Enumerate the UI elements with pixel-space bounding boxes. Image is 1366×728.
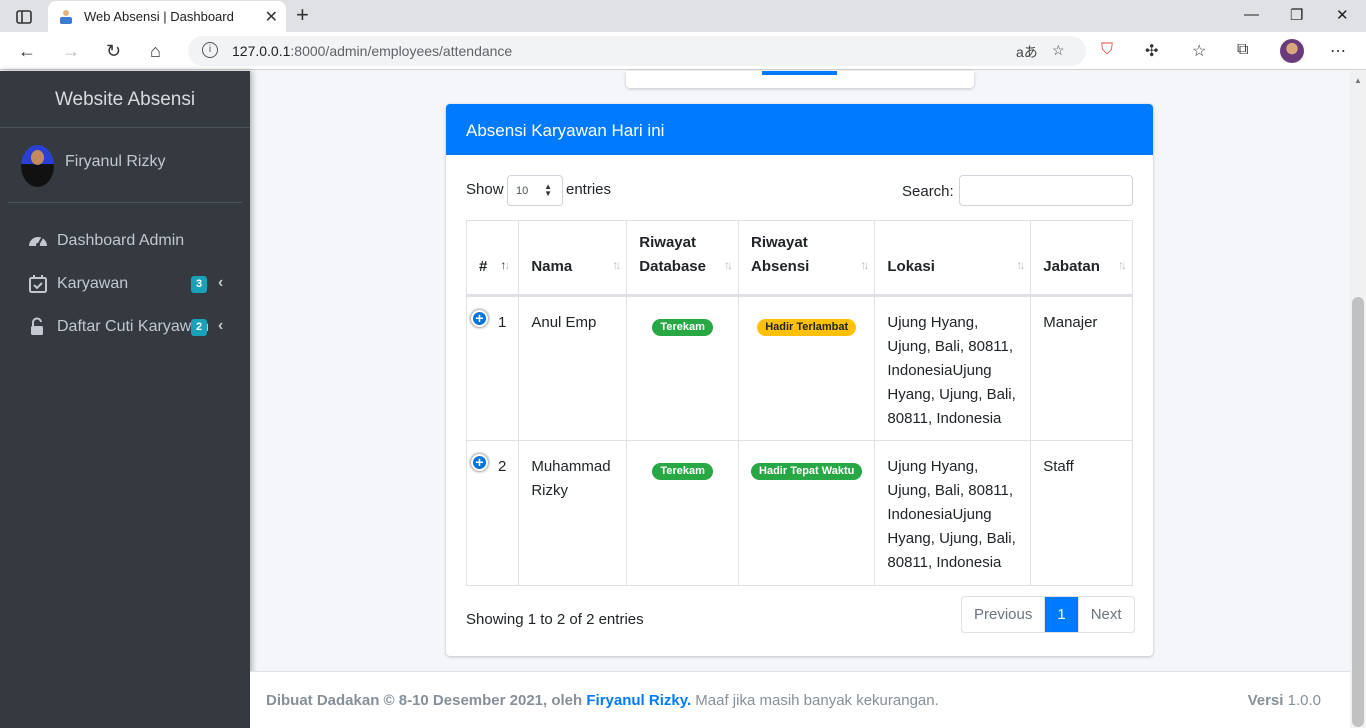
entries-select[interactable]: 10 ▲ ▼: [507, 175, 563, 206]
tachometer-icon: [28, 231, 48, 251]
footer-credits: Dibuat Dadakan © 8-10 Desember 2021, ole…: [266, 692, 939, 709]
pagination: Previous 1 Next: [961, 596, 1135, 633]
collections-icon[interactable]: ⧉: [1237, 41, 1248, 59]
shield-extension-icon[interactable]: ⛉: [1101, 41, 1113, 59]
search-label: Search:: [902, 183, 954, 200]
reload-icon[interactable]: ↻: [106, 41, 121, 62]
favorites-icon[interactable]: ☆: [1192, 41, 1206, 61]
table-row[interactable]: + 1 Anul Emp Terekam Hadir Terlambat Uju…: [465, 295, 1133, 441]
author-link[interactable]: Firyanul Rizky.: [586, 692, 691, 709]
browser-tab[interactable]: Web Absensi | Dashboard ✕: [48, 1, 286, 32]
footer: Dibuat Dadakan © 8-10 Desember 2021, ole…: [250, 671, 1350, 728]
sidebar-item-daftar-cuti[interactable]: Daftar Cuti Karyawan 2 ‹: [8, 307, 242, 347]
next-page-button[interactable]: Next: [1079, 597, 1134, 632]
sidebar-item-dashboard[interactable]: Dashboard Admin: [8, 221, 242, 261]
table-row[interactable]: + 2 Muhammad Rizky Terekam Hadir Tepat W…: [465, 440, 1133, 586]
sidebar-item-karyawan[interactable]: Karyawan 3 ‹: [8, 264, 242, 304]
sort-icon: ↑↓: [1016, 258, 1025, 272]
cell-database: Terekam: [626, 295, 739, 441]
sidebar-item-label: Daftar Cuti Karyawan: [57, 318, 210, 335]
footer-version: Versi 1.0.0: [1247, 692, 1321, 709]
column-header-jabatan[interactable]: Jabatan ↑↓: [1030, 220, 1133, 297]
tab-title: Web Absensi | Dashboard: [84, 9, 234, 24]
column-header-lokasi[interactable]: Lokasi ↑↓: [874, 220, 1032, 297]
cell-database: Terekam: [626, 440, 739, 586]
avatar: [21, 145, 54, 187]
cell-no: + 1: [465, 295, 520, 441]
sidebar-item-label: Dashboard Admin: [57, 232, 185, 249]
show-label: Show: [466, 181, 504, 198]
column-header-nama[interactable]: Nama ↑↓: [518, 220, 628, 297]
expand-row-icon[interactable]: +: [471, 454, 488, 471]
chevron-left-icon: ‹: [218, 274, 224, 291]
close-window-icon[interactable]: ✕: [1336, 6, 1349, 24]
cell-jabatan: Staff: [1030, 440, 1133, 586]
entries-label: entries: [566, 181, 612, 198]
cell-nama: Anul Emp: [518, 295, 628, 441]
profile-avatar[interactable]: [1280, 39, 1304, 63]
cell-absensi: Hadir Tepat Waktu: [737, 440, 876, 586]
browser-toolbar: ← → ↻ ⌂ i 127.0.0.1:8000/admin/employees…: [0, 32, 1366, 70]
read-aloud-icon[interactable]: aあ: [1016, 42, 1038, 62]
status-badge: Hadir Tepat Waktu: [751, 463, 863, 480]
close-tab-icon[interactable]: ✕: [265, 7, 278, 27]
select-arrows-icon: ▲ ▼: [544, 182, 552, 198]
cell-no: + 2: [465, 440, 520, 586]
sort-asc-icon: ↑↓: [500, 258, 510, 272]
previous-card: [626, 71, 974, 88]
forward-icon[interactable]: →: [62, 41, 80, 62]
sort-icon: ↑↓: [612, 258, 621, 272]
home-icon[interactable]: ⌂: [150, 41, 161, 62]
card-title: Absensi Karyawan Hari ini: [446, 104, 1153, 155]
status-badge: Hadir Terlambat: [757, 319, 857, 336]
add-favorite-icon[interactable]: ☆: [1052, 42, 1065, 59]
tab-actions-icon[interactable]: [10, 7, 38, 27]
sort-icon: ↑↓: [860, 258, 869, 272]
new-tab-icon[interactable]: +: [296, 4, 309, 26]
column-header-no[interactable]: # ↑↓: [465, 220, 520, 297]
scroll-up-icon[interactable]: ▲: [1354, 76, 1362, 85]
calendar-check-icon: [28, 274, 48, 294]
restore-icon[interactable]: ❐: [1290, 6, 1303, 24]
url-text: 127.0.0.1:8000/admin/employees/attendanc…: [232, 43, 513, 59]
scroll-thumb[interactable]: [1352, 297, 1364, 727]
sidebar-item-label: Karyawan: [57, 275, 129, 292]
chevron-left-icon: ‹: [218, 317, 224, 334]
progress-bar: [762, 71, 837, 75]
sort-icon: ↑↓: [1118, 258, 1127, 272]
more-menu-icon[interactable]: ⋯: [1330, 41, 1346, 61]
back-icon[interactable]: ←: [18, 41, 36, 62]
attendance-card: Absensi Karyawan Hari ini Show 10 ▲ ▼ ent…: [446, 104, 1153, 656]
cell-jabatan: Manajer: [1030, 295, 1133, 441]
page-scrollbar[interactable]: ▲: [1350, 71, 1366, 728]
status-badge: Terekam: [652, 463, 713, 480]
sort-icon: ↑↓: [724, 258, 733, 272]
count-badge: 2: [191, 319, 207, 336]
unlock-icon: [28, 317, 48, 337]
cell-lokasi: Ujung Hyang, Ujung, Bali, 80811, Indones…: [874, 440, 1032, 586]
cell-nama: Muhammad Rizky: [518, 440, 628, 586]
site-info-icon[interactable]: i: [202, 42, 218, 58]
user-panel: Firyanul Rizky: [8, 143, 242, 203]
browser-tabbar: Web Absensi | Dashboard ✕ + — ❐ ✕: [0, 0, 1366, 32]
attendance-table: # ↑↓ Nama ↑↓ Riwayat Database ↑↓ Riwayat A…: [465, 220, 1133, 586]
sidebar: Website Absensi Firyanul Rizky Dashboard…: [0, 71, 250, 728]
table-info: Showing 1 to 2 of 2 entries: [466, 611, 644, 628]
brand-link[interactable]: Website Absensi: [0, 71, 250, 128]
count-badge: 3: [191, 276, 207, 293]
column-header-riwayat-absensi[interactable]: Riwayat Absensi ↑↓: [737, 220, 876, 297]
extensions-icon[interactable]: ✣: [1145, 41, 1158, 61]
site-favicon-icon: [58, 9, 74, 25]
expand-row-icon[interactable]: +: [471, 310, 488, 327]
cell-absensi: Hadir Terlambat: [737, 295, 876, 441]
address-bar[interactable]: i 127.0.0.1:8000/admin/employees/attenda…: [188, 36, 1086, 66]
previous-page-button[interactable]: Previous: [962, 597, 1046, 632]
search-input[interactable]: [959, 175, 1133, 206]
status-badge: Terekam: [652, 319, 713, 336]
page-1-button[interactable]: 1: [1045, 597, 1079, 632]
cell-lokasi: Ujung Hyang, Ujung, Bali, 80811, Indones…: [874, 295, 1032, 441]
minimize-icon[interactable]: —: [1244, 6, 1259, 23]
column-header-riwayat-database[interactable]: Riwayat Database ↑↓: [626, 220, 739, 297]
user-name[interactable]: Firyanul Rizky: [65, 153, 165, 171]
